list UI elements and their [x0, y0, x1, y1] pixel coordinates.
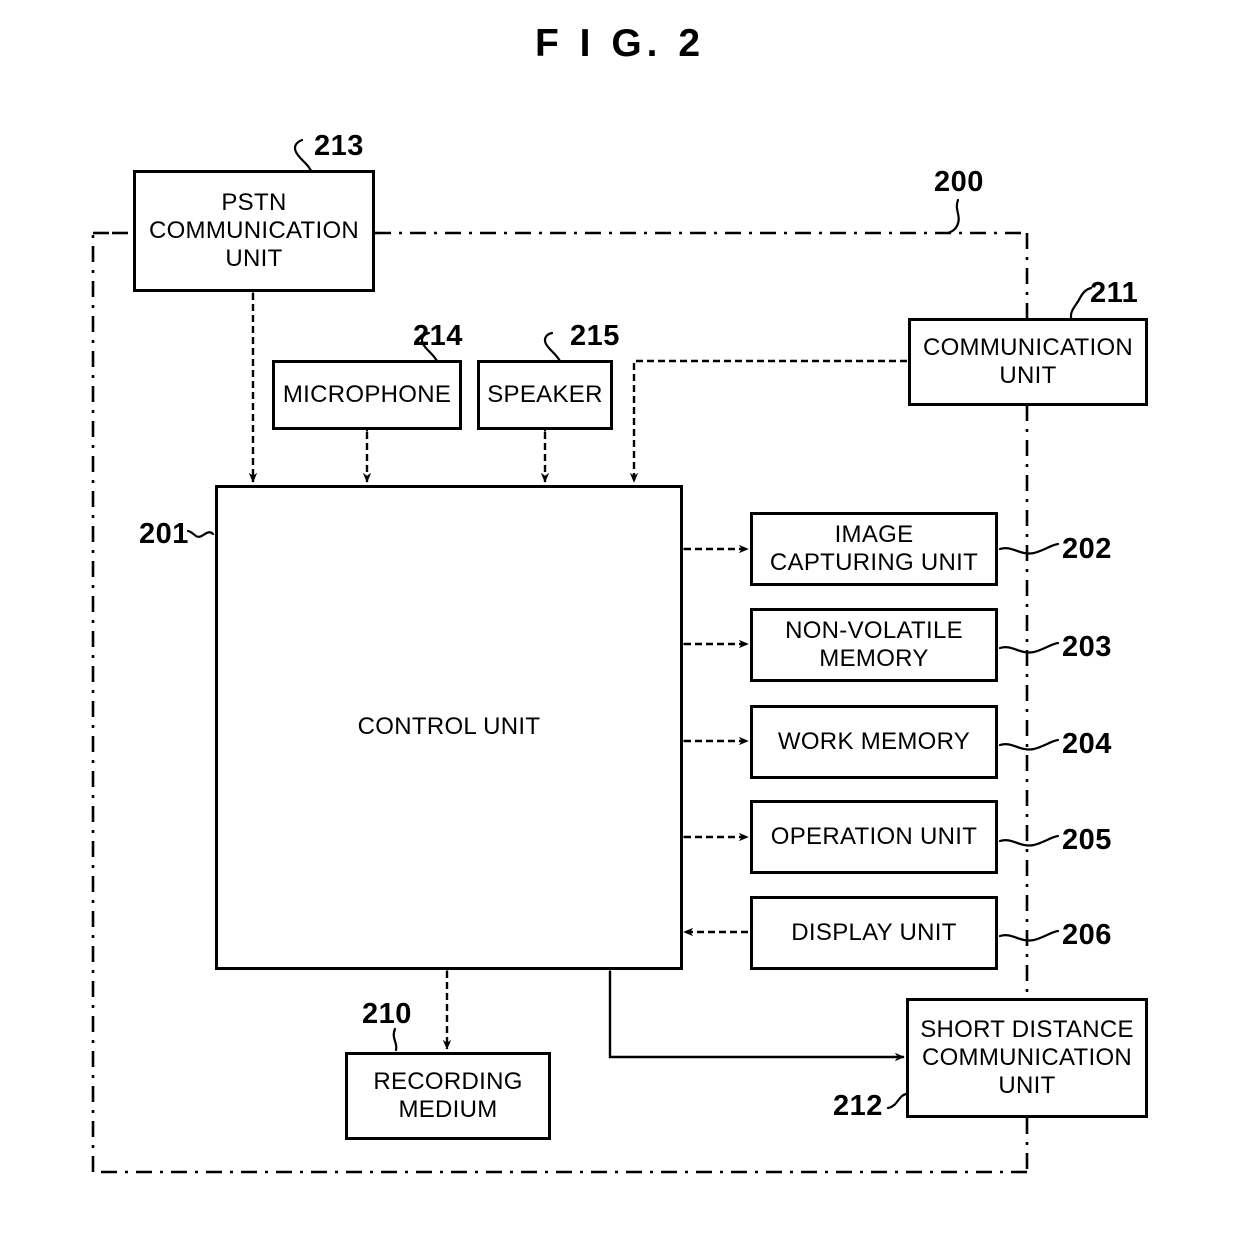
leader-200 — [946, 198, 960, 235]
ref-number-200: 200 — [934, 166, 984, 198]
block-non-volatile-memory[interactable]: NON-VOLATILE MEMORY — [750, 608, 998, 682]
block-communication-unit[interactable]: COMMUNICATION UNIT — [908, 318, 1148, 406]
block-recording-medium[interactable]: RECORDING MEDIUM — [345, 1052, 551, 1140]
figure-page: F I G. 2 PSTN COMMUNICATION UNIT MICROPH… — [0, 0, 1240, 1245]
connector-control-shortdist — [605, 961, 905, 1062]
ref-number-204: 204 — [1062, 728, 1112, 760]
block-label-comm: COMMUNICATION UNIT — [922, 333, 1134, 389]
leader-206 — [998, 929, 1060, 942]
leader-203 — [998, 641, 1060, 654]
leader-211 — [1069, 286, 1093, 323]
ref-number-213: 213 — [314, 130, 364, 162]
ref-number-210: 210 — [362, 998, 412, 1030]
ref-number-203: 203 — [1062, 631, 1112, 663]
ref-number-206: 206 — [1062, 919, 1112, 951]
block-label-microphone: MICROPHONE — [282, 380, 452, 408]
leader-215 — [543, 331, 563, 365]
block-display-unit[interactable]: DISPLAY UNIT — [750, 896, 998, 970]
leader-210 — [392, 1027, 398, 1052]
block-microphone[interactable]: MICROPHONE — [272, 360, 462, 430]
ref-number-211: 211 — [1090, 277, 1139, 309]
leader-212 — [886, 1092, 908, 1110]
leader-201 — [186, 529, 215, 538]
block-label-image: IMAGE CAPTURING UNIT — [769, 520, 979, 576]
block-control-unit[interactable]: CONTROL UNIT — [215, 485, 683, 970]
ref-number-202: 202 — [1062, 533, 1112, 565]
block-label-nvmem: NON-VOLATILE MEMORY — [785, 616, 963, 672]
block-label-recording: RECORDING MEDIUM — [373, 1067, 523, 1123]
ref-number-215: 215 — [570, 320, 620, 352]
ref-number-214: 214 — [413, 320, 463, 352]
block-operation-unit[interactable]: OPERATION UNIT — [750, 800, 998, 874]
block-image-capturing-unit[interactable]: IMAGE CAPTURING UNIT — [750, 512, 998, 586]
figure-title: F I G. 2 — [534, 22, 706, 65]
ref-number-212: 212 — [833, 1090, 883, 1122]
leader-204 — [998, 738, 1060, 751]
ref-number-201: 201 — [139, 518, 189, 550]
block-label-display: DISPLAY UNIT — [791, 918, 957, 946]
connector-comm-control — [629, 359, 907, 483]
ref-number-205: 205 — [1062, 824, 1112, 856]
block-label-operation: OPERATION UNIT — [770, 822, 978, 850]
block-pstn-communication-unit[interactable]: PSTN COMMUNICATION UNIT — [133, 170, 375, 292]
block-work-memory[interactable]: WORK MEMORY — [750, 705, 998, 779]
block-speaker[interactable]: SPEAKER — [477, 360, 613, 430]
block-label-speaker: SPEAKER — [487, 380, 603, 408]
leader-205 — [998, 834, 1060, 847]
block-label-shortdist: SHORT DISTANCE COMMUNICATION UNIT — [920, 1015, 1134, 1100]
leader-202 — [998, 542, 1060, 555]
block-label-pstn: PSTN COMMUNICATION UNIT — [148, 188, 360, 273]
leader-213 — [293, 138, 314, 175]
block-short-distance-communication-unit[interactable]: SHORT DISTANCE COMMUNICATION UNIT — [906, 998, 1148, 1118]
block-label-control: CONTROL UNIT — [357, 713, 541, 741]
block-label-workmem: WORK MEMORY — [777, 727, 971, 755]
